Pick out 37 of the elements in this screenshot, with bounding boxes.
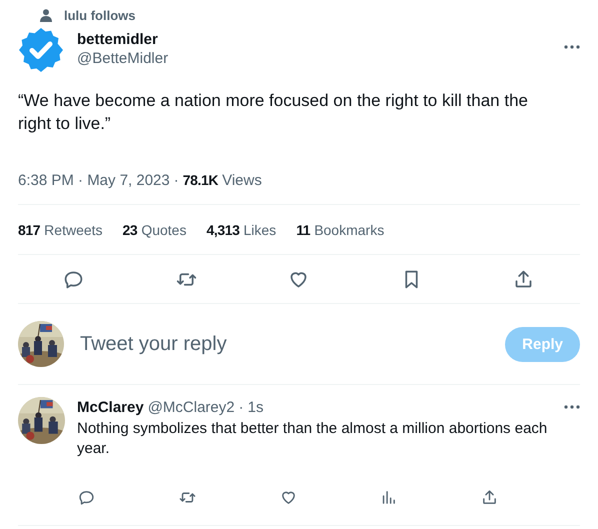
share-button[interactable] (513, 268, 534, 290)
reply-timestamp[interactable]: 1s (248, 398, 264, 416)
share-icon (513, 268, 534, 290)
person-icon (40, 8, 52, 22)
author-name[interactable]: bettemidler (77, 31, 551, 48)
reply-author-name[interactable]: McClarey (77, 398, 144, 416)
separator: · (238, 398, 244, 416)
stat-label[interactable]: Likes (244, 222, 276, 238)
share-button[interactable] (481, 488, 498, 506)
share-icon (481, 488, 498, 506)
reply-author-handle[interactable]: @McClarey2 (148, 398, 235, 416)
stat-count[interactable]: 23 (122, 222, 138, 238)
like-button[interactable] (280, 488, 296, 506)
author-handle[interactable]: @BetteMidler (77, 50, 551, 67)
bar-chart-icon (380, 488, 398, 506)
speech-bubble-icon (78, 488, 95, 506)
verified-badge-icon[interactable] (18, 27, 64, 73)
more-icon[interactable] (564, 45, 580, 49)
tweet-timestamp[interactable]: 6:38 PM · May 7, 2023 (18, 172, 170, 188)
more-icon[interactable] (564, 405, 580, 409)
views-button[interactable] (380, 488, 398, 506)
reply-button[interactable] (63, 268, 84, 290)
reply-text: Nothing symbolizes that better than the almost a million abortions each year. (77, 419, 548, 459)
heart-icon (280, 488, 296, 506)
stat-count[interactable]: 11 (296, 222, 310, 238)
speech-bubble-icon (63, 268, 84, 290)
separator: · (174, 172, 179, 188)
tweet-text: “We have become a nation more focused on the right to kill than the right to live.” (18, 90, 529, 135)
social-context[interactable]: lulu follows (64, 8, 136, 22)
stat-label[interactable]: Retweets (44, 222, 103, 238)
stat-count[interactable]: 817 (18, 222, 40, 238)
stat-label[interactable]: Quotes (141, 222, 186, 238)
views-label: Views (222, 172, 262, 188)
views-count: 78.1K (182, 172, 218, 188)
stat-label[interactable]: Bookmarks (314, 222, 384, 238)
stat-count[interactable]: 4,313 (206, 222, 240, 238)
reply-button[interactable] (78, 488, 95, 506)
